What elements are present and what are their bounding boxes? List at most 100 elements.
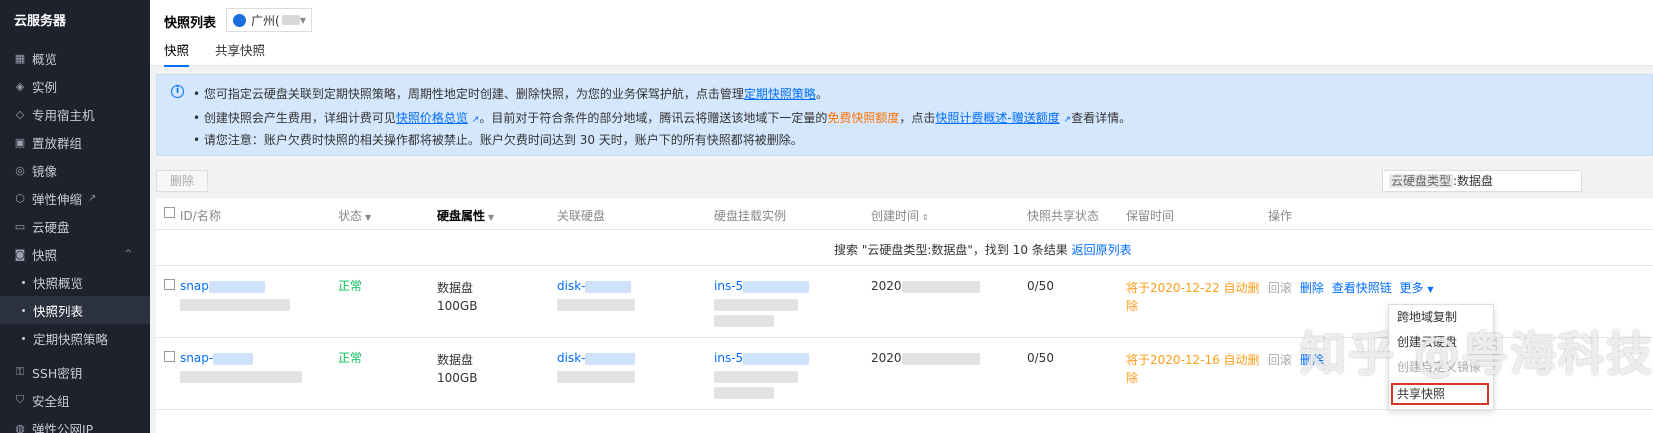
col-id: ID/名称 — [180, 209, 221, 223]
sidebar-item-scale[interactable]: ⬡ 弹性伸缩 ↗ — [0, 184, 150, 212]
linked-disk-blur — [557, 369, 635, 383]
menu-item-cross-region-copy[interactable]: 跨地域复制 — [1389, 305, 1493, 330]
sidebar-item-camera[interactable]: ◙ 快照 ^ — [0, 240, 150, 268]
instance-blur-2 — [714, 313, 774, 327]
sidebar-item-label: 云硬盘 — [32, 219, 70, 235]
notice-banner: i • 您可指定云硬盘关联到定期快照策略，周期性地定时创建、删除快照，为您的业务… — [156, 74, 1653, 156]
sidebar-item-disc[interactable]: ◎ 镜像 — [0, 156, 150, 184]
main-content: 快照列表 广州( ▼ 快照 共享快照 i • 您可指定云硬盘关联到定期快照策略，… — [150, 0, 1653, 433]
sidebar-item-label: 快照 — [32, 247, 58, 263]
table-header: ID/名称 状态 ▼ 硬盘属性 ▼ 关联硬盘 硬盘挂载实例 创建时间 ⇕ 快照共享状态… — [156, 198, 1653, 230]
disk-size: 100GB — [437, 299, 478, 313]
sidebar-item-grid[interactable]: ▦ 概览 — [0, 44, 150, 72]
price-link[interactable]: 快照价格总览 — [396, 111, 468, 125]
sidebar-subitem[interactable]: 定期快照策略 — [0, 324, 150, 352]
delete-row-button[interactable]: 删除 — [1300, 281, 1324, 295]
menu-item-create-image[interactable]: 创建自定义镜像 — [1389, 355, 1493, 380]
view-chain-button[interactable]: 查看快照链 — [1332, 281, 1392, 295]
retain-time-2: 除 — [1126, 371, 1139, 385]
col-disk-attr[interactable]: 硬盘属性 ▼ — [437, 207, 494, 224]
status-badge: 正常 — [338, 351, 363, 365]
col-created[interactable]: 创建时间 ⇕ — [871, 207, 929, 224]
col-instance: 硬盘挂载实例 — [714, 209, 787, 223]
policy-link[interactable]: 定期快照策略 — [744, 87, 816, 101]
topbar: 快照列表 广州( ▼ 快照 共享快照 — [150, 0, 1653, 67]
search-result-row: 搜索 "云硬盘类型:数据盘"，找到 10 条结果 返回原列表 — [156, 230, 1653, 266]
sidebar-subitem[interactable]: 快照列表 — [0, 296, 150, 324]
ip-icon: ◍ — [15, 421, 25, 433]
col-ops: 操作 — [1268, 209, 1293, 223]
sidebar-item-ip[interactable]: ◍ 弹性公网IP — [0, 414, 150, 433]
sidebar-item-cube[interactable]: ◈ 实例 — [0, 72, 150, 100]
sidebar-item-label: 置放群组 — [32, 135, 83, 151]
sidebar-item-label: 专用宿主机 — [32, 107, 95, 123]
row-checkbox[interactable] — [164, 351, 175, 362]
col-share: 快照共享状态 — [1027, 209, 1100, 223]
filter-icon: ▼ — [488, 213, 495, 222]
sidebar-item-layers[interactable]: ◇ 专用宿主机 — [0, 100, 150, 128]
retain-time-2: 除 — [1126, 299, 1139, 313]
filter-value: :数据盘 — [1453, 174, 1494, 188]
retain-time: 将于2020-12-16 自动删 — [1126, 353, 1260, 367]
instance-blur — [714, 369, 798, 383]
layers-icon: ◇ — [15, 107, 25, 121]
sidebar-item-group[interactable]: ▣ 置放群组 — [0, 128, 150, 156]
sidebar-subitem-label: 快照概览 — [33, 275, 84, 291]
notice-line-2: • 创建快照会产生费用，详细计费可见快照价格总览 ↗。目前对于符合条件的部分地域… — [193, 111, 1132, 125]
sidebar-item-key[interactable]: ⚿ SSH密钥 — [0, 358, 150, 386]
sidebar-item-label: 弹性伸缩 — [32, 191, 83, 207]
select-all-checkbox[interactable] — [164, 207, 175, 218]
disk-type: 数据盘 — [437, 353, 474, 367]
sidebar-item-shield[interactable]: ⛉ 安全组 — [0, 386, 150, 414]
search-result-text: 搜索 "云硬盘类型:数据盘"，找到 10 条结果 返回原列表 — [834, 243, 1132, 257]
more-actions-menu: 跨地域复制 创建云硬盘 创建自定义镜像 共享快照 — [1388, 304, 1494, 410]
snapshot-id[interactable]: snap- — [180, 351, 254, 365]
created-time: 2020 — [871, 351, 980, 365]
shield-icon: ⛉ — [15, 393, 25, 406]
rollback-button[interactable]: 回滚 — [1268, 281, 1292, 295]
snapshot-id[interactable]: snap — [180, 279, 265, 293]
group-icon: ▣ — [14, 135, 26, 149]
sidebar-title: 云服务器 — [14, 14, 67, 29]
tab-snapshots[interactable]: 快照 — [164, 40, 190, 67]
col-status[interactable]: 状态 ▼ — [338, 207, 371, 224]
filter-tag: 云硬盘类型 — [1389, 174, 1454, 188]
row-checkbox[interactable] — [164, 279, 175, 290]
notice-line-1: • 您可指定云硬盘关联到定期快照策略，周期性地定时创建、删除快照，为您的业务保驾… — [193, 87, 828, 101]
key-icon: ⚿ — [15, 365, 25, 378]
snapshot-name-blur — [180, 297, 290, 311]
tab-shared-snapshots[interactable]: 共享快照 — [215, 40, 265, 67]
camera-icon: ◙ — [14, 247, 26, 261]
menu-item-create-disk[interactable]: 创建云硬盘 — [1389, 330, 1493, 355]
rollback-button[interactable]: 回滚 — [1268, 353, 1292, 367]
linked-disk-link[interactable]: disk- — [557, 351, 636, 365]
menu-item-share-snapshot[interactable]: 共享快照 — [1391, 383, 1489, 405]
instance-blur-2 — [714, 385, 774, 399]
delete-button[interactable]: 删除 — [156, 170, 208, 192]
instance-blur — [714, 297, 798, 311]
grid-icon: ▦ — [14, 51, 26, 65]
sidebar-item-label: 概览 — [32, 51, 58, 67]
disk-type: 数据盘 — [437, 281, 474, 295]
status-badge: 正常 — [338, 279, 363, 293]
region-selector[interactable]: 广州( ▼ — [226, 8, 312, 32]
instance-link[interactable]: ins-5 — [714, 279, 810, 293]
sidebar-subitem[interactable]: 快照概览 — [0, 268, 150, 296]
more-button[interactable]: 更多 ▼ — [1400, 281, 1434, 295]
retain-time: 将于2020-12-22 自动删 — [1126, 281, 1260, 295]
toolbar: 删除 云硬盘类型:数据盘 — [156, 170, 1653, 194]
back-to-list-link[interactable]: 返回原列表 — [1072, 243, 1132, 257]
billing-link[interactable]: 快照计费概述-赠送额度 — [935, 111, 1059, 125]
share-status: 0/50 — [1027, 351, 1054, 365]
bullet-icon — [22, 280, 25, 284]
linked-disk-link[interactable]: disk- — [557, 279, 632, 293]
region-label: 广州( — [251, 13, 280, 28]
chevron-down-icon: ▼ — [1427, 285, 1434, 294]
sidebar-item-disk[interactable]: ▭ 云硬盘 — [0, 212, 150, 240]
delete-row-button[interactable]: 删除 — [1300, 353, 1324, 367]
sidebar-item-label: 镜像 — [32, 163, 58, 179]
instance-link[interactable]: ins-5 — [714, 351, 810, 365]
notice-line-3: • 请您注意：账户欠费时快照的相关操作都将被禁止。账户欠费时间达到 30 天时，… — [193, 133, 803, 147]
disc-icon: ◎ — [15, 163, 25, 177]
search-input[interactable]: 云硬盘类型:数据盘 — [1382, 170, 1582, 192]
